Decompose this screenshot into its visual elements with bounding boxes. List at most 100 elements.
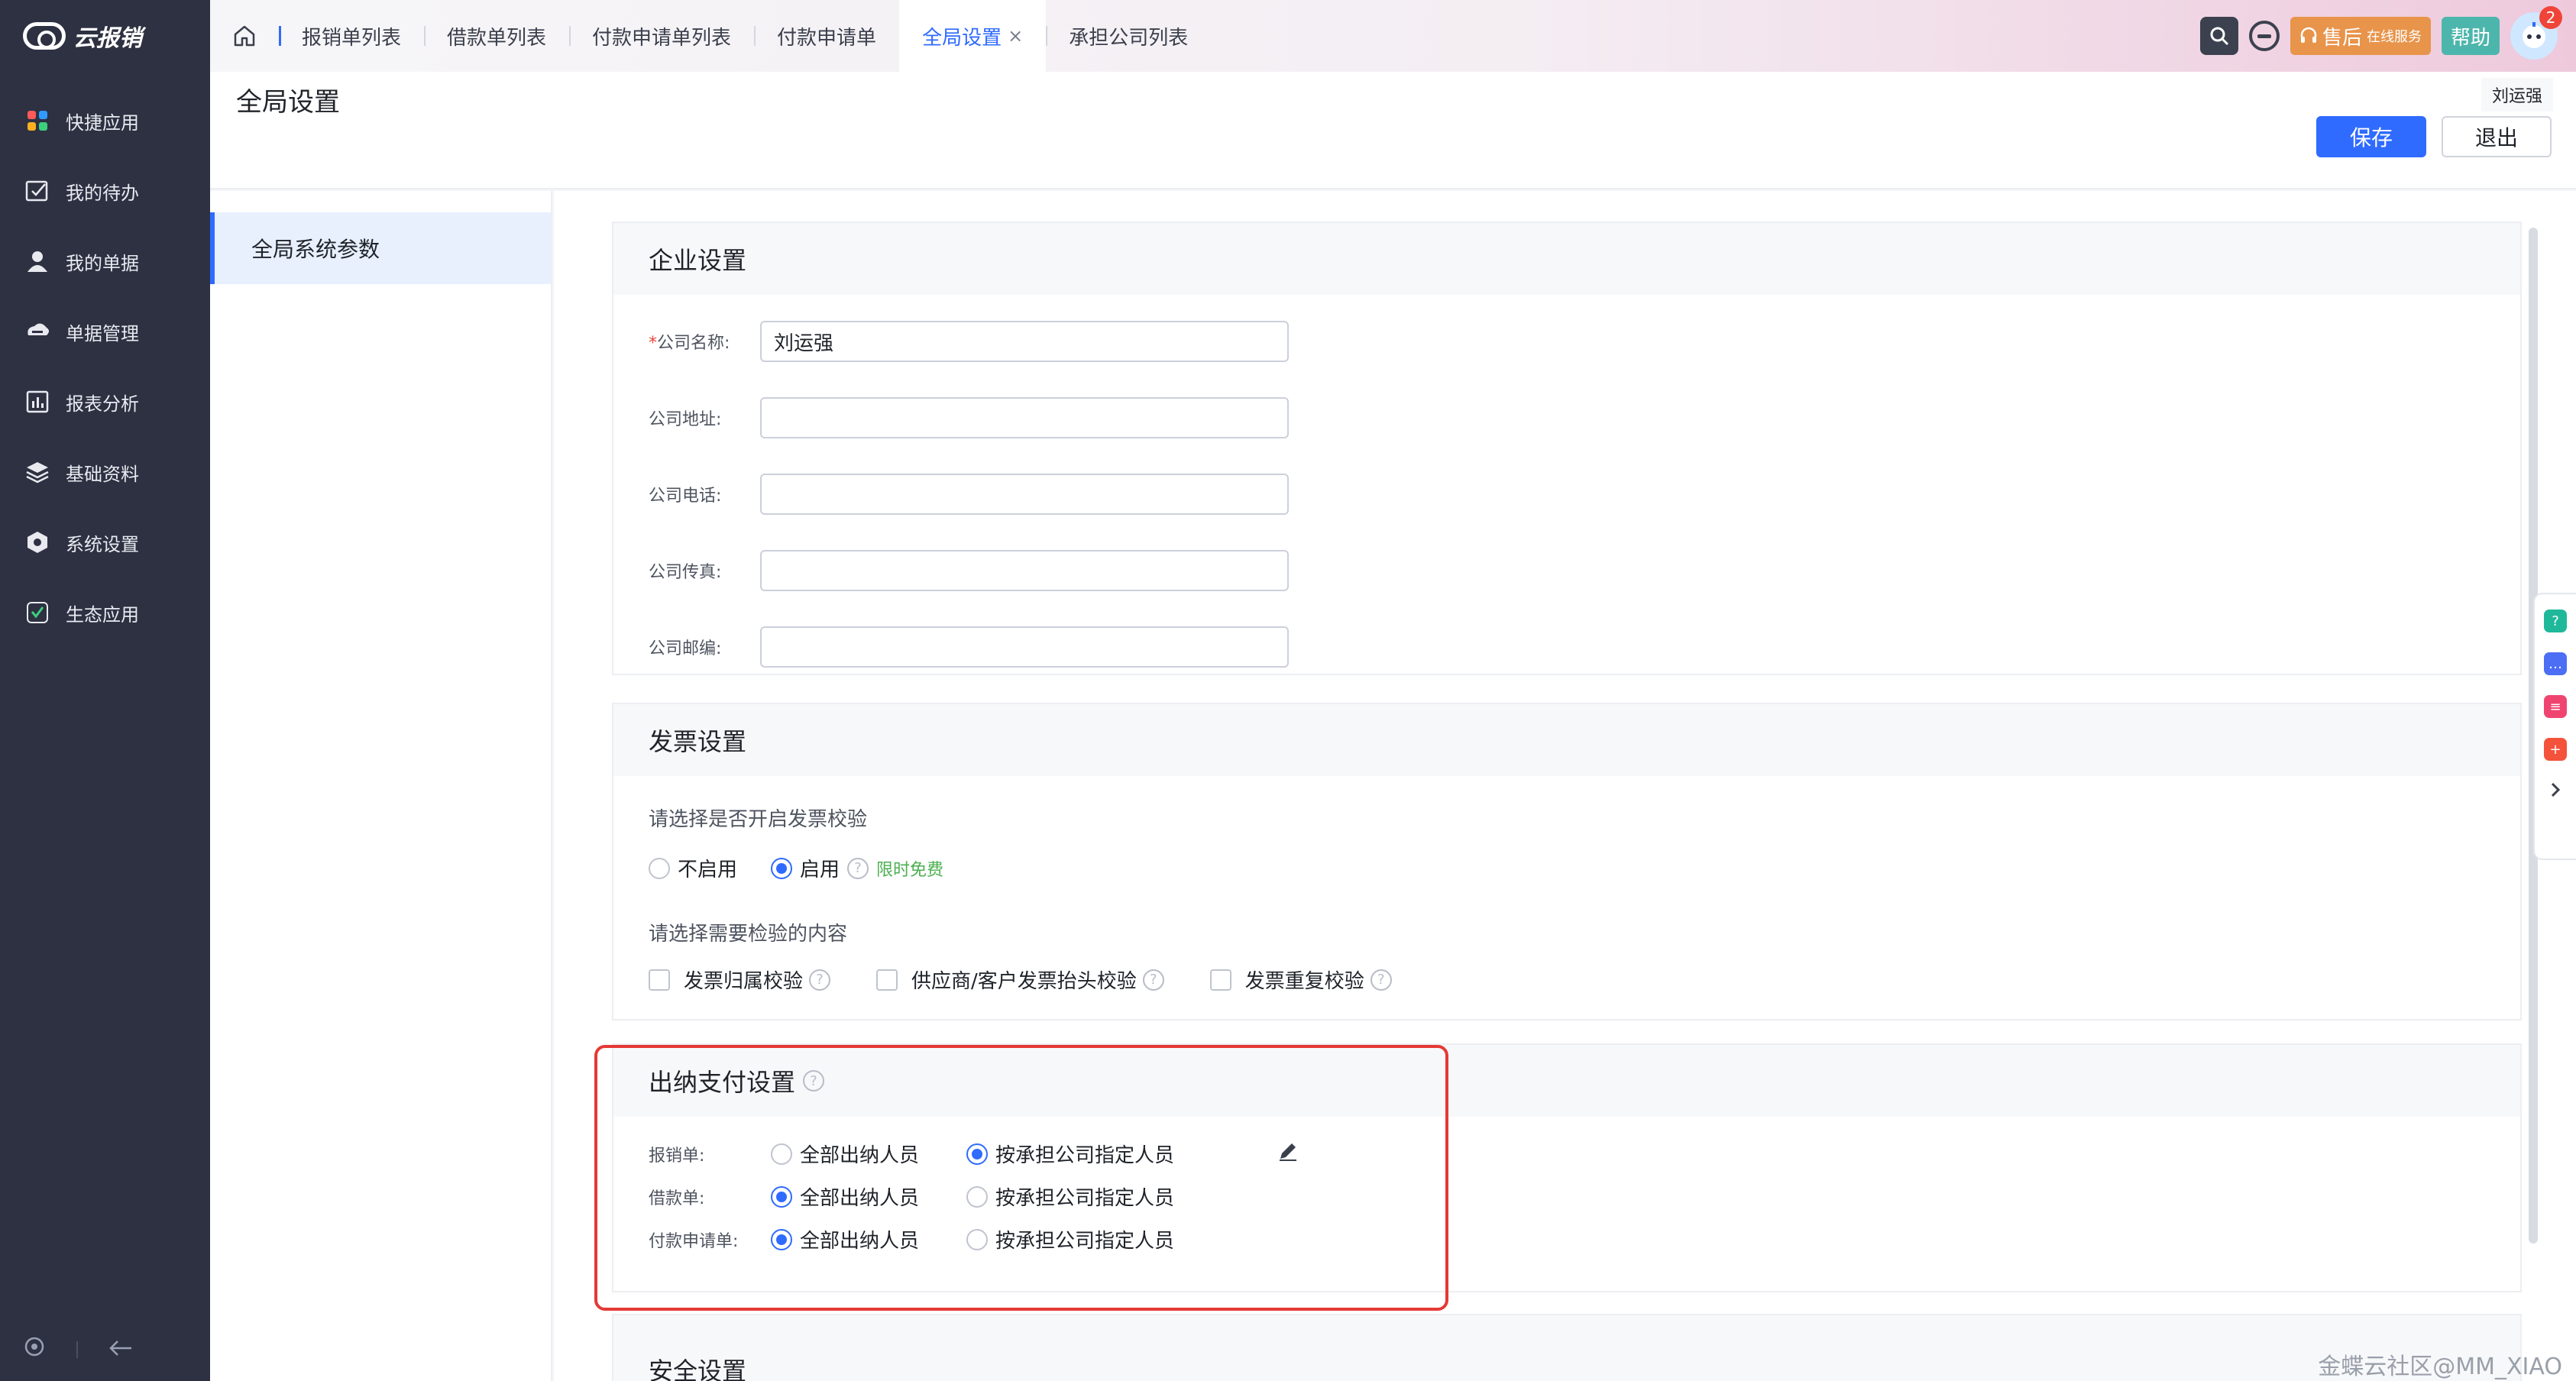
- company-zip-row: 公司邮编:: [649, 626, 1289, 668]
- hexagon-settings-icon: [24, 529, 50, 555]
- sidebar-item-label: 我的待办: [66, 182, 139, 204]
- avatar[interactable]: 2: [2510, 6, 2562, 60]
- search-icon: [2210, 27, 2229, 46]
- floating-toolbar: ? … ≡ +: [2533, 593, 2576, 860]
- tab-payment-request[interactable]: 付款申请单: [754, 0, 899, 72]
- tab-label: 借款单列表: [447, 26, 547, 50]
- company-zip-input[interactable]: [760, 626, 1289, 668]
- sidebar-item-label: 单据管理: [66, 322, 139, 344]
- checkbox[interactable]: [649, 969, 670, 991]
- company-address-row: 公司地址:: [649, 397, 1289, 438]
- invoice-check-off-option[interactable]: 不启用: [649, 854, 737, 882]
- service-sub-label: 在线服务: [2366, 29, 2422, 45]
- security-settings-section: 安全设置: [612, 1314, 2522, 1381]
- check-ownership-option[interactable]: 发票归属校验?: [649, 965, 831, 994]
- clipboard-icon[interactable]: ≡: [2544, 695, 2567, 718]
- help-question-icon[interactable]: ?: [847, 857, 869, 879]
- layers-icon: [24, 459, 50, 485]
- check-title-option[interactable]: 供应商/客户发票抬头校验?: [876, 965, 1164, 994]
- home-icon: [234, 25, 255, 47]
- app-logo[interactable]: 云报销: [0, 0, 210, 72]
- help-question-icon[interactable]: ?: [809, 969, 831, 991]
- sidebar-item-base-data[interactable]: 基础资料: [0, 437, 210, 507]
- sidebar-item-reports[interactable]: 报表分析: [0, 367, 210, 437]
- report-chart-icon: [24, 389, 50, 415]
- company-name-input[interactable]: [760, 321, 1289, 362]
- sidebar-nav: 快捷应用 我的待办 我的单据 单据管理 报表分析 基础资料 系统设置 生态应用: [0, 86, 210, 648]
- sidebar-item-label: 基础资料: [66, 463, 139, 485]
- enterprise-settings-section: 企业设置 *公司名称: 公司地址: 公司电话: 公司传真: 公司邮编:: [612, 222, 2522, 675]
- tab-global-settings[interactable]: 全局设置 ×: [899, 0, 1047, 72]
- checkbox[interactable]: [876, 969, 898, 991]
- divider: [76, 1341, 78, 1358]
- sidebar-item-my-documents[interactable]: 我的单据: [0, 226, 210, 296]
- sidebar-item-label: 系统设置: [66, 533, 139, 555]
- exit-button[interactable]: 退出: [2442, 116, 2552, 157]
- chevron-right-icon[interactable]: [2548, 781, 2562, 802]
- menu-item-global-params[interactable]: 全局系统参数: [210, 212, 551, 284]
- top-right-tools: 售后 在线服务 帮助 2: [2199, 0, 2562, 72]
- help-button[interactable]: 帮助: [2441, 17, 2500, 55]
- highlight-box: [594, 1045, 1448, 1311]
- headset-icon: [2300, 27, 2317, 43]
- tab-loan-list[interactable]: 借款单列表: [424, 0, 569, 72]
- question-icon[interactable]: ?: [2544, 610, 2567, 632]
- section-title: 企业设置: [613, 223, 2520, 295]
- page-header: 全局设置 刘运强 保存 退出: [210, 72, 2576, 189]
- radio-selected[interactable]: [771, 857, 793, 879]
- user-name: 刘运强: [2481, 78, 2553, 112]
- company-fax-input[interactable]: [760, 550, 1289, 591]
- invoice-check-on-option[interactable]: 启用: [771, 854, 840, 882]
- sidebar-item-system-settings[interactable]: 系统设置: [0, 507, 210, 577]
- online-service-button[interactable]: 售后 在线服务: [2290, 17, 2431, 55]
- tab-company-list[interactable]: 承担公司列表: [1046, 0, 1211, 72]
- sidebar-item-eco-apps[interactable]: 生态应用: [0, 577, 210, 648]
- free-badge: 限时免费: [876, 860, 944, 880]
- sidebar-item-label: 生态应用: [66, 603, 139, 626]
- tab-expense-list[interactable]: 报销单列表: [279, 0, 424, 72]
- tab-payment-request-list[interactable]: 付款申请单列表: [569, 0, 754, 72]
- sidebar-item-quick-apps[interactable]: 快捷应用: [0, 86, 210, 156]
- company-address-label: 公司地址:: [649, 410, 722, 429]
- page-title: 全局设置: [236, 87, 340, 118]
- invoice-check-options: 不启用 启用 ? 限时免费: [649, 854, 943, 882]
- settings-gear-icon[interactable]: [23, 1335, 46, 1364]
- sidebar-item-label: 报表分析: [66, 393, 139, 415]
- collapse-arrow-icon[interactable]: [108, 1337, 133, 1363]
- sidebar-item-todo[interactable]: 我的待办: [0, 156, 210, 226]
- top-bar: 报销单列表 借款单列表 付款申请单列表 付款申请单 全局设置 × 承担公司列表 …: [210, 0, 2576, 72]
- checkbox[interactable]: [1209, 969, 1231, 991]
- watermark: 金蝶云社区@MM_XIAO: [2318, 1354, 2562, 1380]
- company-fax-label: 公司传真:: [649, 563, 722, 582]
- tab-label: 付款申请单: [777, 26, 877, 50]
- chat-icon[interactable]: …: [2544, 652, 2567, 675]
- save-button[interactable]: 保存: [2316, 116, 2426, 157]
- minus-circle-icon[interactable]: [2248, 21, 2280, 51]
- radio[interactable]: [649, 857, 670, 879]
- tab-label: 付款申请单列表: [592, 26, 732, 50]
- help-question-icon[interactable]: ?: [1142, 969, 1164, 991]
- company-name-row: *公司名称:: [649, 321, 1289, 362]
- sidebar-item-document-manage[interactable]: 单据管理: [0, 296, 210, 367]
- app-name: 云报销: [73, 25, 142, 52]
- settings-menu: 全局系统参数: [210, 191, 552, 1381]
- company-phone-input[interactable]: [760, 474, 1289, 515]
- notification-badge: 2: [2539, 6, 2562, 29]
- tab-label: 报销单列表: [302, 26, 402, 50]
- gift-icon[interactable]: +: [2544, 738, 2567, 761]
- company-phone-label: 公司电话:: [649, 487, 722, 506]
- check-duplicate-option[interactable]: 发票重复校验?: [1209, 965, 1392, 994]
- user-icon: [24, 248, 50, 274]
- help-question-icon[interactable]: ?: [1370, 969, 1392, 991]
- company-fax-row: 公司传真:: [649, 550, 1289, 591]
- sidebar-item-label: 我的单据: [66, 252, 139, 274]
- company-phone-row: 公司电话:: [649, 474, 1289, 515]
- todo-check-icon: [24, 178, 50, 204]
- tab-label: 承担公司列表: [1069, 26, 1189, 50]
- close-icon[interactable]: ×: [1008, 25, 1023, 47]
- cloud-logo-icon: [23, 22, 66, 50]
- home-button[interactable]: [210, 24, 279, 48]
- company-address-input[interactable]: [760, 397, 1289, 438]
- document-manage-icon: [24, 319, 50, 344]
- search-button[interactable]: [2199, 17, 2238, 55]
